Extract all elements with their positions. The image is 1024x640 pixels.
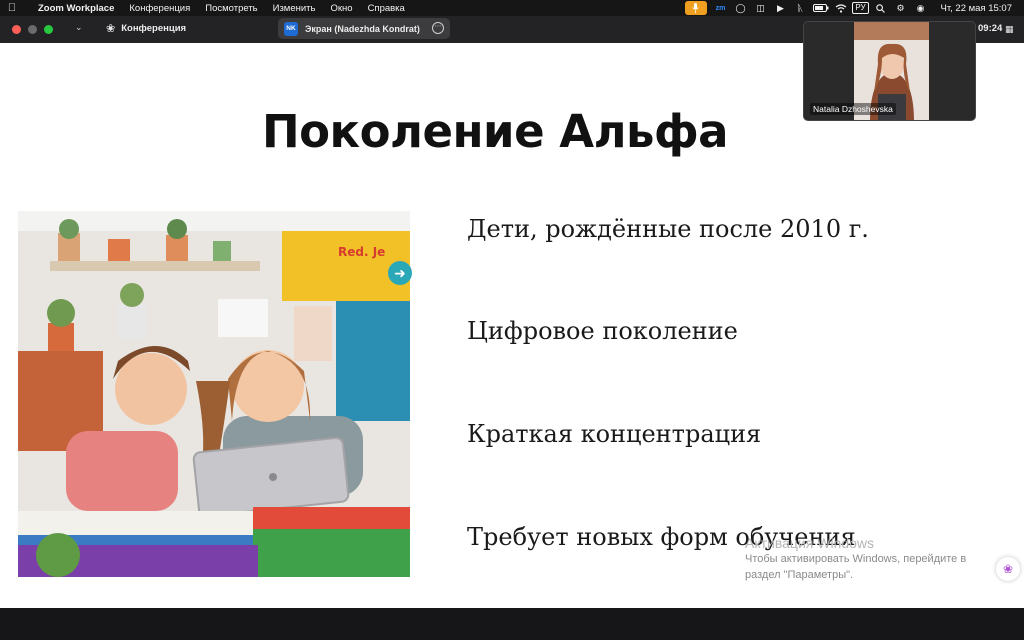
zoom-badge: zm bbox=[715, 4, 726, 12]
watermark-line-2: раздел "Параметры". bbox=[745, 569, 854, 581]
control-center-icon[interactable]: ⚙ bbox=[891, 0, 911, 16]
menu-app-name[interactable]: Zoom Workplace bbox=[38, 3, 114, 14]
search-icon[interactable] bbox=[871, 0, 891, 16]
shared-slide: Поколение Альфа Red. Je ➜ Дети, рождённы… bbox=[0, 43, 1024, 608]
share-label: Экран (Nadezhda Kondrat) bbox=[305, 23, 420, 34]
participants-icon: ❀ bbox=[106, 23, 116, 35]
bullet-2: Цифровое поколение bbox=[467, 317, 738, 345]
battery-icon[interactable] bbox=[811, 0, 831, 16]
sharer-avatar: NK bbox=[284, 21, 298, 36]
apple-icon[interactable]:  bbox=[0, 2, 24, 14]
gallery-view-icon[interactable]: ▦ bbox=[1005, 24, 1014, 35]
macos-menu-bar:  Zoom Workplace Конференция Посмотреть … bbox=[0, 0, 1024, 16]
creative-cloud-icon[interactable]: ◯ bbox=[731, 0, 751, 16]
arrow-right-icon[interactable]: ➜ bbox=[388, 261, 412, 285]
meeting-timer: 09:24 bbox=[978, 23, 1003, 34]
minimize-window-button[interactable] bbox=[28, 25, 37, 34]
microphone-icon[interactable] bbox=[684, 1, 707, 15]
maximize-window-button[interactable] bbox=[44, 25, 53, 34]
airpods-icon[interactable]: ◫ bbox=[751, 0, 771, 16]
more-options-icon[interactable]: ⋯ bbox=[432, 22, 444, 34]
menu-conference[interactable]: Конференция bbox=[129, 3, 190, 14]
board-logo: Red. Je bbox=[338, 245, 385, 259]
classroom-illustration: Red. Je bbox=[18, 211, 410, 577]
status-tray: zm ◯ ◫ ▶ ᚣ РУ ⚙ ◉ Чт, 22 мая 15:07 bbox=[684, 0, 1024, 16]
menu-view[interactable]: Посмотреть bbox=[205, 3, 257, 14]
chevron-down-icon[interactable]: ⌄ bbox=[75, 22, 83, 33]
close-window-button[interactable] bbox=[12, 25, 21, 34]
menu-window[interactable]: Окно bbox=[330, 3, 352, 14]
watermark-title: Активация Windows bbox=[745, 535, 875, 551]
bullet-3: Краткая концентрация bbox=[467, 420, 762, 448]
wifi-icon[interactable] bbox=[831, 0, 851, 16]
windows-activation-watermark: Активация Windows Чтобы активировать Win… bbox=[745, 535, 967, 583]
brain-icon[interactable]: ❀ bbox=[996, 557, 1020, 581]
participant-name: Natalia Dzhoshevska bbox=[810, 103, 896, 115]
bottom-bar bbox=[0, 608, 1024, 640]
meeting-menu[interactable]: ❀ Конференция bbox=[106, 22, 186, 35]
bullet-1: Дети, рождённые после 2010 г. bbox=[467, 215, 869, 243]
screen-share-indicator[interactable]: NK Экран (Nadezhda Kondrat) ⋯ bbox=[278, 18, 450, 39]
meeting-label: Конференция bbox=[121, 23, 187, 34]
menu-edit[interactable]: Изменить bbox=[273, 3, 316, 14]
zoom-icon[interactable]: zm bbox=[711, 0, 731, 16]
watermark-line-1: Чтобы активировать Windows, перейдите в bbox=[745, 553, 967, 565]
classroom-photo: Red. Je bbox=[18, 211, 410, 577]
participant-video[interactable]: Natalia Dzhoshevska bbox=[803, 21, 976, 121]
input-language[interactable]: РУ bbox=[851, 0, 871, 16]
menu-datetime[interactable]: Чт, 22 мая 15:07 bbox=[941, 3, 1013, 14]
siri-icon[interactable]: ◉ bbox=[911, 0, 931, 16]
bluetooth-icon[interactable]: ᚣ bbox=[791, 0, 811, 16]
play-icon[interactable]: ▶ bbox=[771, 0, 791, 16]
menu-help[interactable]: Справка bbox=[368, 3, 405, 14]
language-badge: РУ bbox=[852, 2, 869, 14]
